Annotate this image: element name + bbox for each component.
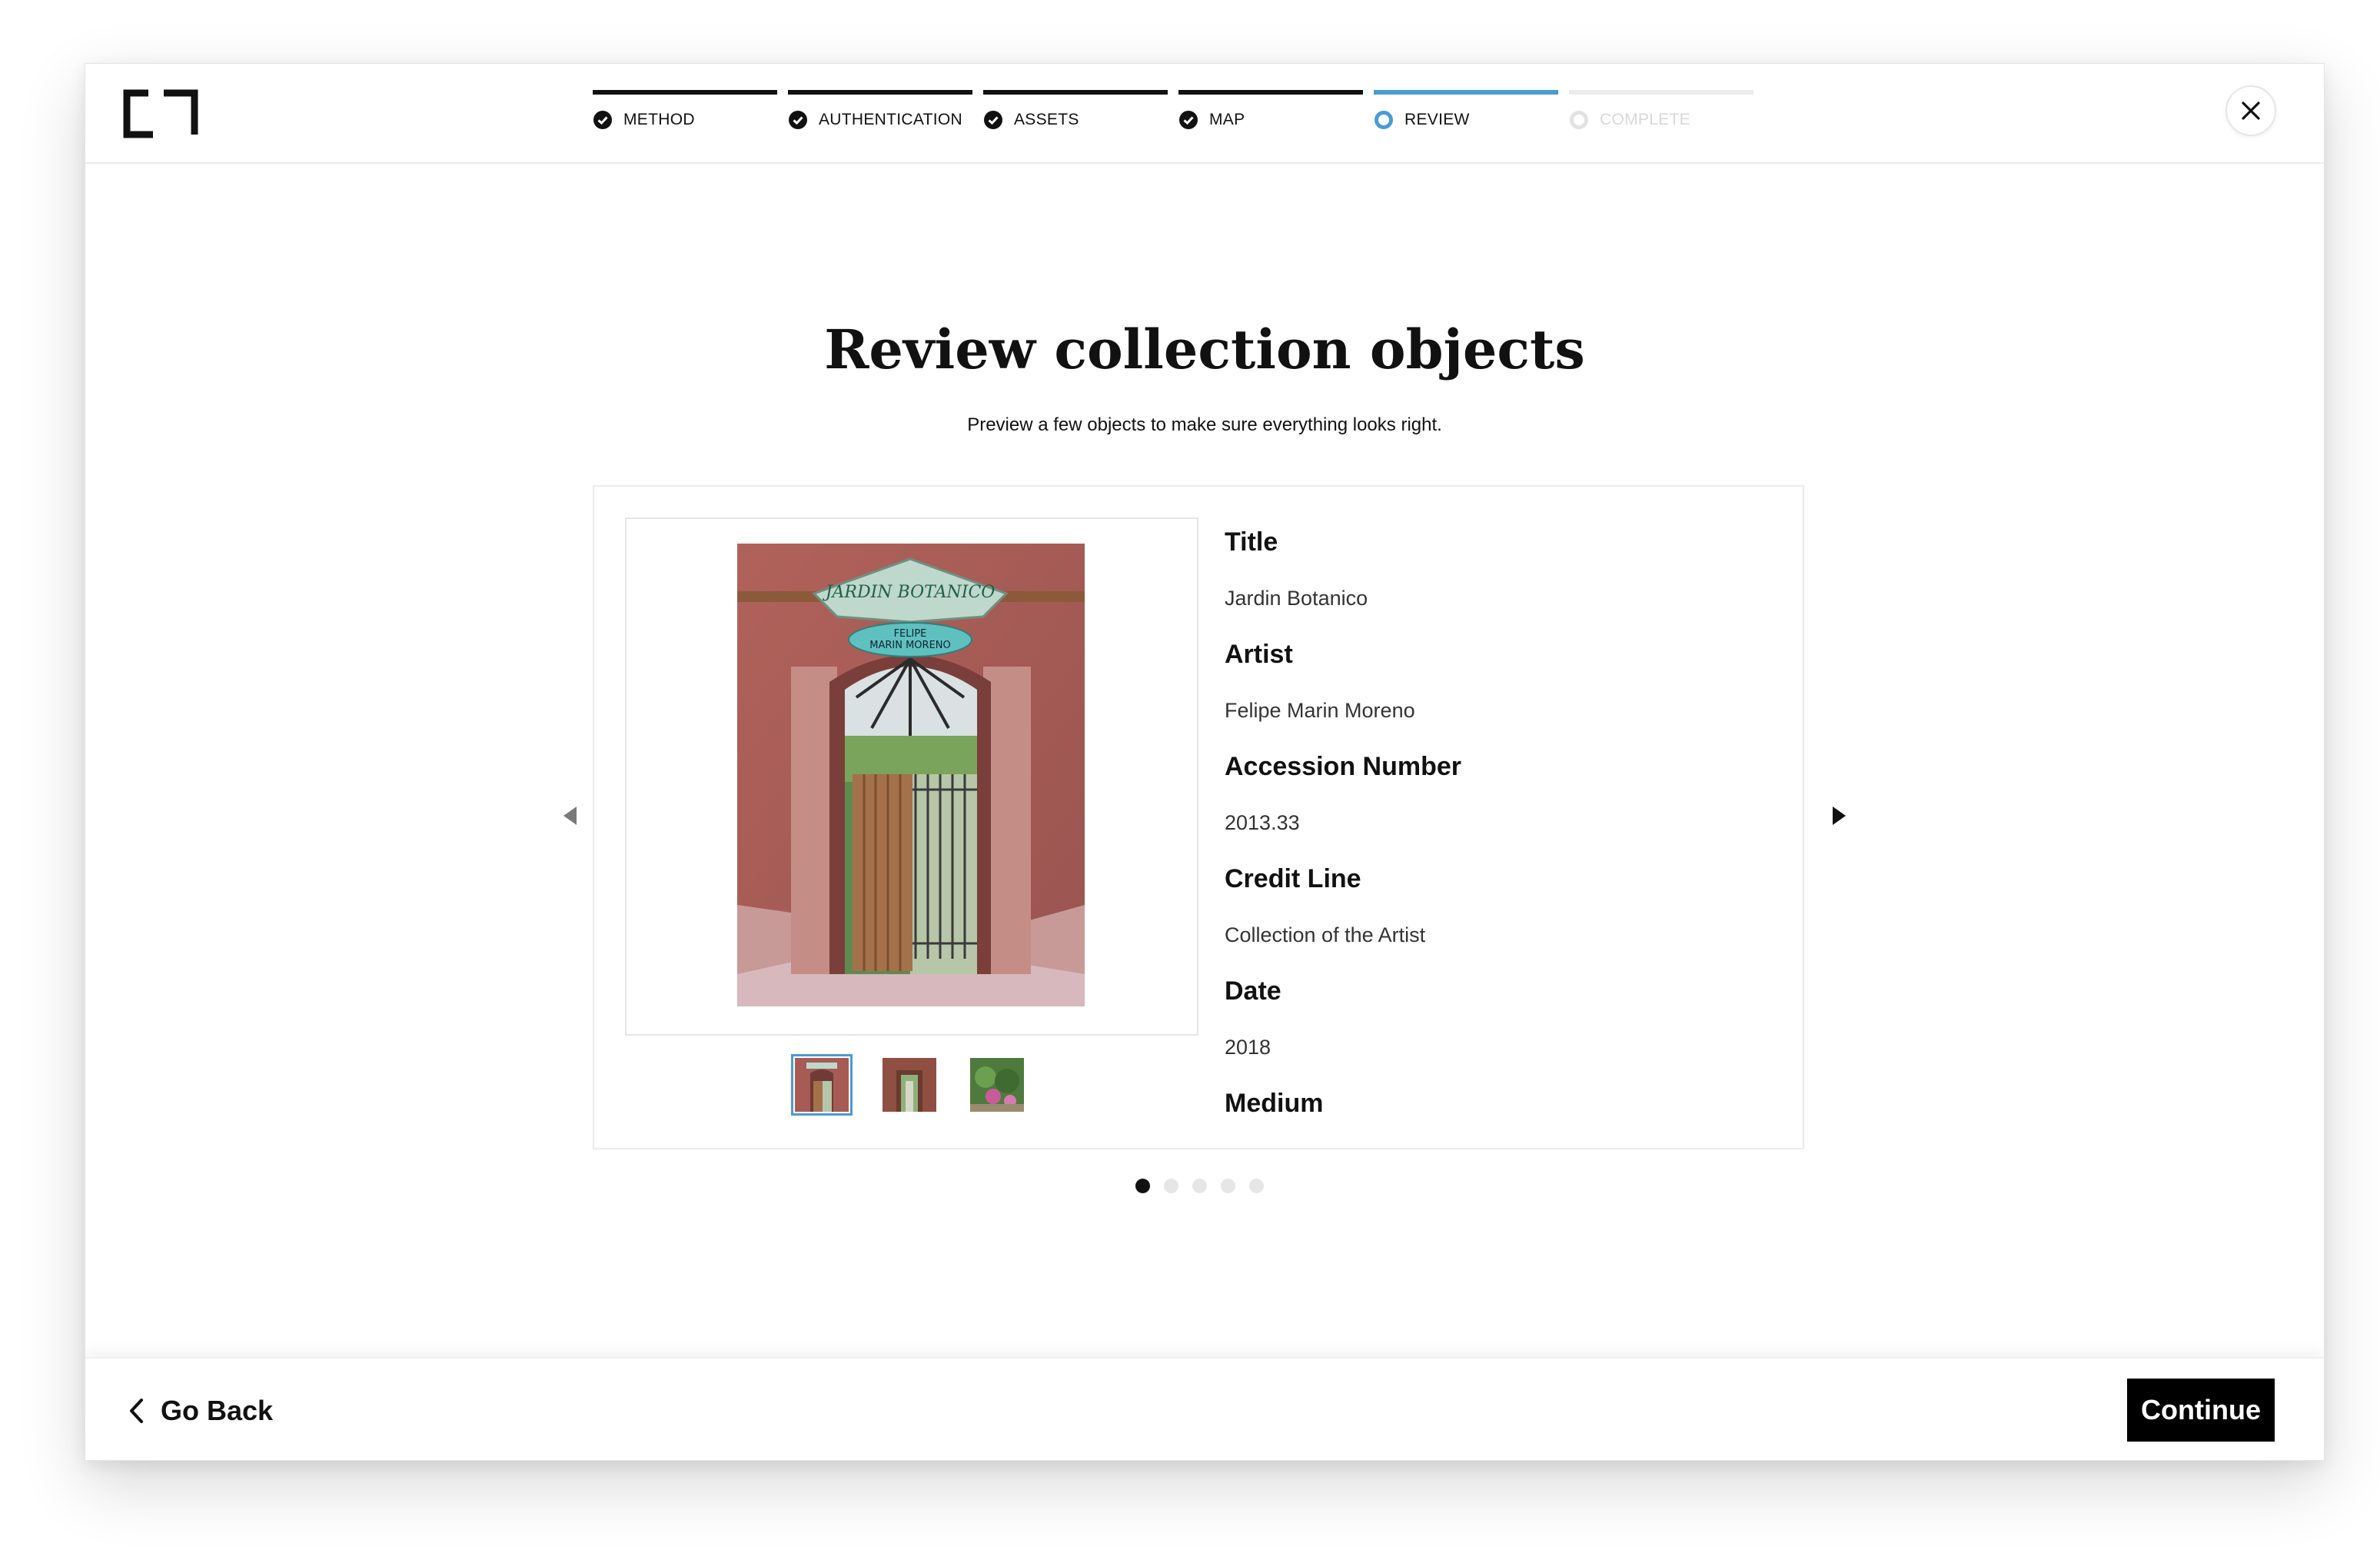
check-circle-icon bbox=[1179, 111, 1198, 129]
wizard-header: METHOD AUTHENTICATION ASSETS MAP REVIEW … bbox=[85, 64, 2324, 164]
step-label: COMPLETE bbox=[1600, 111, 1690, 128]
sign-text-line2b: MARIN MORENO bbox=[869, 640, 951, 651]
thumbnail-2[interactable] bbox=[879, 1054, 940, 1116]
previous-object-button[interactable] bbox=[554, 800, 585, 831]
object-image: JARDIN BOTANICO FELIPE MARIN MORENO bbox=[737, 544, 1085, 1006]
page-title: Review collection objects bbox=[824, 318, 1585, 381]
caret-left-icon bbox=[563, 807, 577, 825]
continue-button[interactable]: Continue bbox=[2127, 1379, 2275, 1442]
check-circle-icon bbox=[789, 111, 807, 129]
step-map: MAP bbox=[1178, 90, 1363, 151]
step-assets: ASSETS bbox=[983, 90, 1168, 151]
go-back-label: Go Back bbox=[161, 1395, 274, 1426]
step-authentication: AUTHENTICATION bbox=[788, 90, 972, 151]
thumbnail-1[interactable] bbox=[791, 1054, 853, 1116]
check-circle-icon bbox=[593, 111, 612, 129]
pagination-dot-2[interactable] bbox=[1164, 1179, 1178, 1193]
pagination-dot-3[interactable] bbox=[1192, 1179, 1207, 1193]
field-label-title: Title bbox=[1225, 527, 1278, 557]
step-review: REVIEW bbox=[1374, 90, 1558, 151]
page-subtitle: Preview a few objects to make sure every… bbox=[967, 414, 1442, 435]
pagination-dots bbox=[1135, 1179, 1264, 1193]
close-icon bbox=[2242, 101, 2260, 120]
caret-right-icon bbox=[1833, 807, 1846, 825]
pagination-dot-1[interactable] bbox=[1135, 1179, 1150, 1193]
pagination-dot-4[interactable] bbox=[1221, 1179, 1235, 1193]
thumbnail-image bbox=[970, 1058, 1024, 1112]
next-object-button[interactable] bbox=[1824, 800, 1855, 831]
import-wizard-window: METHOD AUTHENTICATION ASSETS MAP REVIEW … bbox=[85, 63, 2325, 1461]
wizard-footer: Go Back Continue bbox=[85, 1357, 2324, 1460]
sign-text-line2a: FELIPE bbox=[894, 628, 927, 640]
step-label: METHOD bbox=[623, 111, 695, 128]
thumbnail-3[interactable] bbox=[966, 1054, 1028, 1116]
field-value-credit-line: Collection of the Artist bbox=[1225, 923, 1426, 946]
empty-step-ring-icon bbox=[1570, 111, 1588, 129]
progress-stepper: METHOD AUTHENTICATION ASSETS MAP REVIEW … bbox=[593, 90, 1753, 151]
pagination-dot-5[interactable] bbox=[1249, 1179, 1264, 1193]
logo-icon bbox=[123, 89, 198, 138]
step-label: AUTHENTICATION bbox=[819, 111, 962, 128]
field-label-credit-line: Credit Line bbox=[1225, 864, 1361, 893]
field-value-date: 2018 bbox=[1225, 1036, 1271, 1059]
field-value-accession-number: 2013.33 bbox=[1225, 811, 1300, 834]
field-value-title: Jardin Botanico bbox=[1225, 587, 1368, 610]
object-preview-card: JARDIN BOTANICO FELIPE MARIN MORENO Titl… bbox=[593, 485, 1804, 1149]
field-label-date: Date bbox=[1225, 976, 1281, 1006]
current-step-ring-icon bbox=[1374, 111, 1393, 129]
close-button[interactable] bbox=[2225, 85, 2276, 136]
check-circle-icon bbox=[984, 111, 1002, 129]
chevron-left-icon bbox=[130, 1399, 143, 1423]
sign-text-line1: JARDIN BOTANICO bbox=[823, 583, 996, 602]
thumbnail-strip bbox=[791, 1054, 1028, 1116]
field-label-medium: Medium bbox=[1225, 1089, 1324, 1118]
field-label-artist: Artist bbox=[1225, 640, 1293, 669]
step-label: ASSETS bbox=[1014, 111, 1079, 128]
step-label: MAP bbox=[1209, 111, 1245, 128]
object-image-frame: JARDIN BOTANICO FELIPE MARIN MORENO bbox=[625, 517, 1198, 1036]
step-label: REVIEW bbox=[1404, 111, 1470, 128]
go-back-button[interactable]: Go Back bbox=[128, 1389, 273, 1432]
field-value-artist: Felipe Marin Moreno bbox=[1225, 699, 1415, 722]
thumbnail-image bbox=[795, 1058, 849, 1112]
step-complete: COMPLETE bbox=[1569, 90, 1753, 151]
thumbnail-image bbox=[883, 1058, 936, 1112]
object-fields: Title Jardin Botanico Artist Felipe Mari… bbox=[1225, 517, 1763, 1128]
step-method: METHOD bbox=[593, 90, 777, 151]
field-label-accession-number: Accession Number bbox=[1225, 752, 1461, 781]
